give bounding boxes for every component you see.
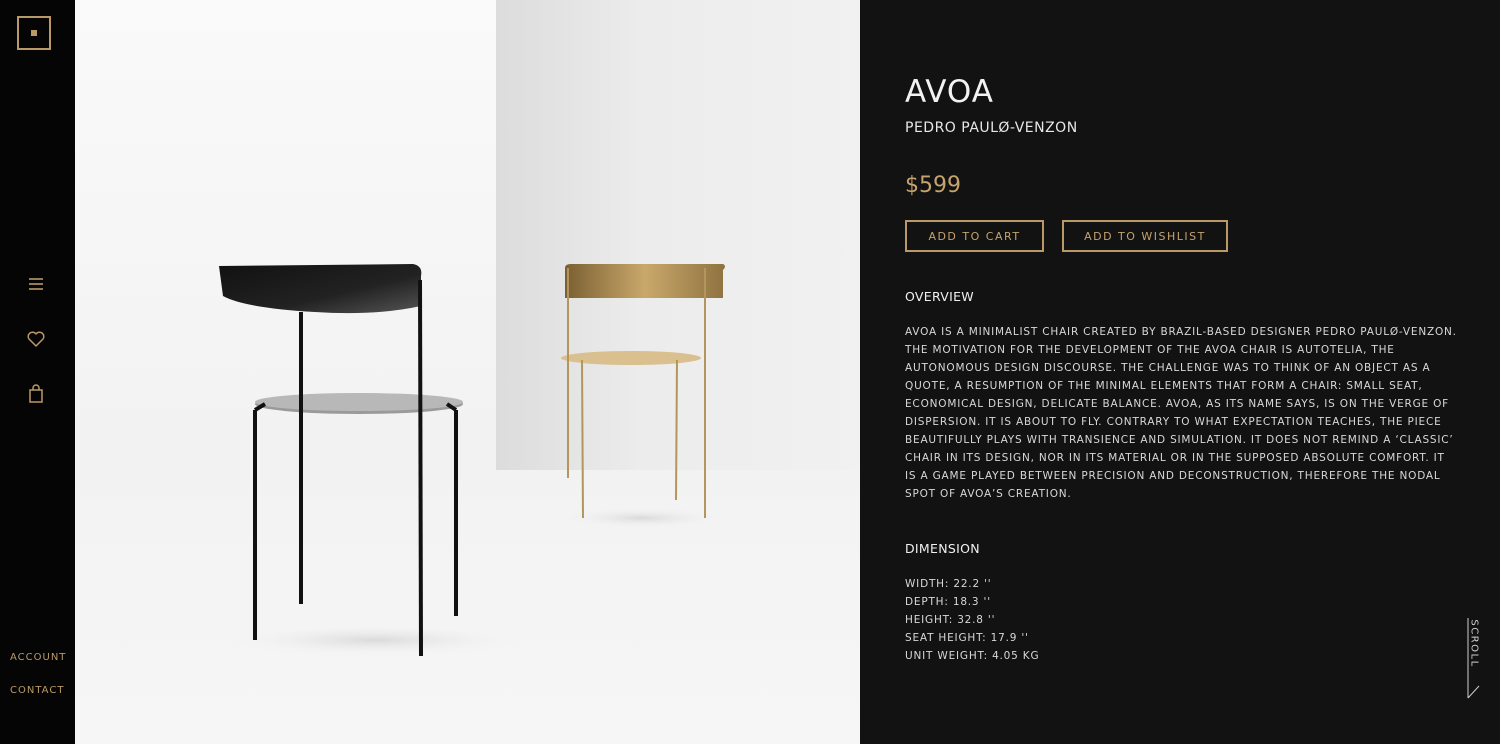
dimension-heading: DIMENSION [905, 541, 980, 556]
product-title: AVOA [905, 74, 994, 110]
overview-heading: OVERVIEW [905, 289, 974, 304]
black-chair [219, 264, 525, 657]
dimension-list: WIDTH: 22.2 '' DEPTH: 18.3 '' HEIGHT: 32… [905, 575, 1039, 665]
logo[interactable] [17, 16, 51, 50]
dimension-depth: DEPTH: 18.3 '' [905, 596, 991, 608]
shopping-bag-icon[interactable] [25, 383, 47, 405]
dimension-unit-weight: UNIT WEIGHT: 4.05 KG [905, 650, 1040, 662]
account-link[interactable]: ACCOUNT [10, 652, 66, 663]
logo-dot [31, 30, 37, 36]
add-to-wishlist-button[interactable]: ADD TO WISHLIST [1062, 220, 1228, 252]
scroll-label: SCROLL [1468, 619, 1480, 668]
dimension-width: WIDTH: 22.2 '' [905, 578, 992, 590]
dimension-height: HEIGHT: 32.8 '' [905, 614, 996, 626]
product-designer: PEDRO PAULØ-VENZON [905, 120, 1078, 136]
product-image [75, 0, 860, 744]
heart-icon[interactable] [25, 328, 47, 350]
scroll-indicator[interactable]: SCROLL [1467, 618, 1481, 700]
gold-chair [561, 264, 725, 528]
add-to-cart-button[interactable]: ADD TO CART [905, 220, 1044, 252]
sidebar: ACCOUNT CONTACT [0, 0, 75, 744]
contact-link[interactable]: CONTACT [10, 685, 64, 696]
overview-text: AVOA IS A MINIMALIST CHAIR CREATED BY BR… [905, 326, 1457, 500]
product-price: $599 [905, 173, 961, 198]
dimension-seat-height: SEAT HEIGHT: 17.9 '' [905, 632, 1029, 644]
menu-icon[interactable] [25, 274, 47, 296]
